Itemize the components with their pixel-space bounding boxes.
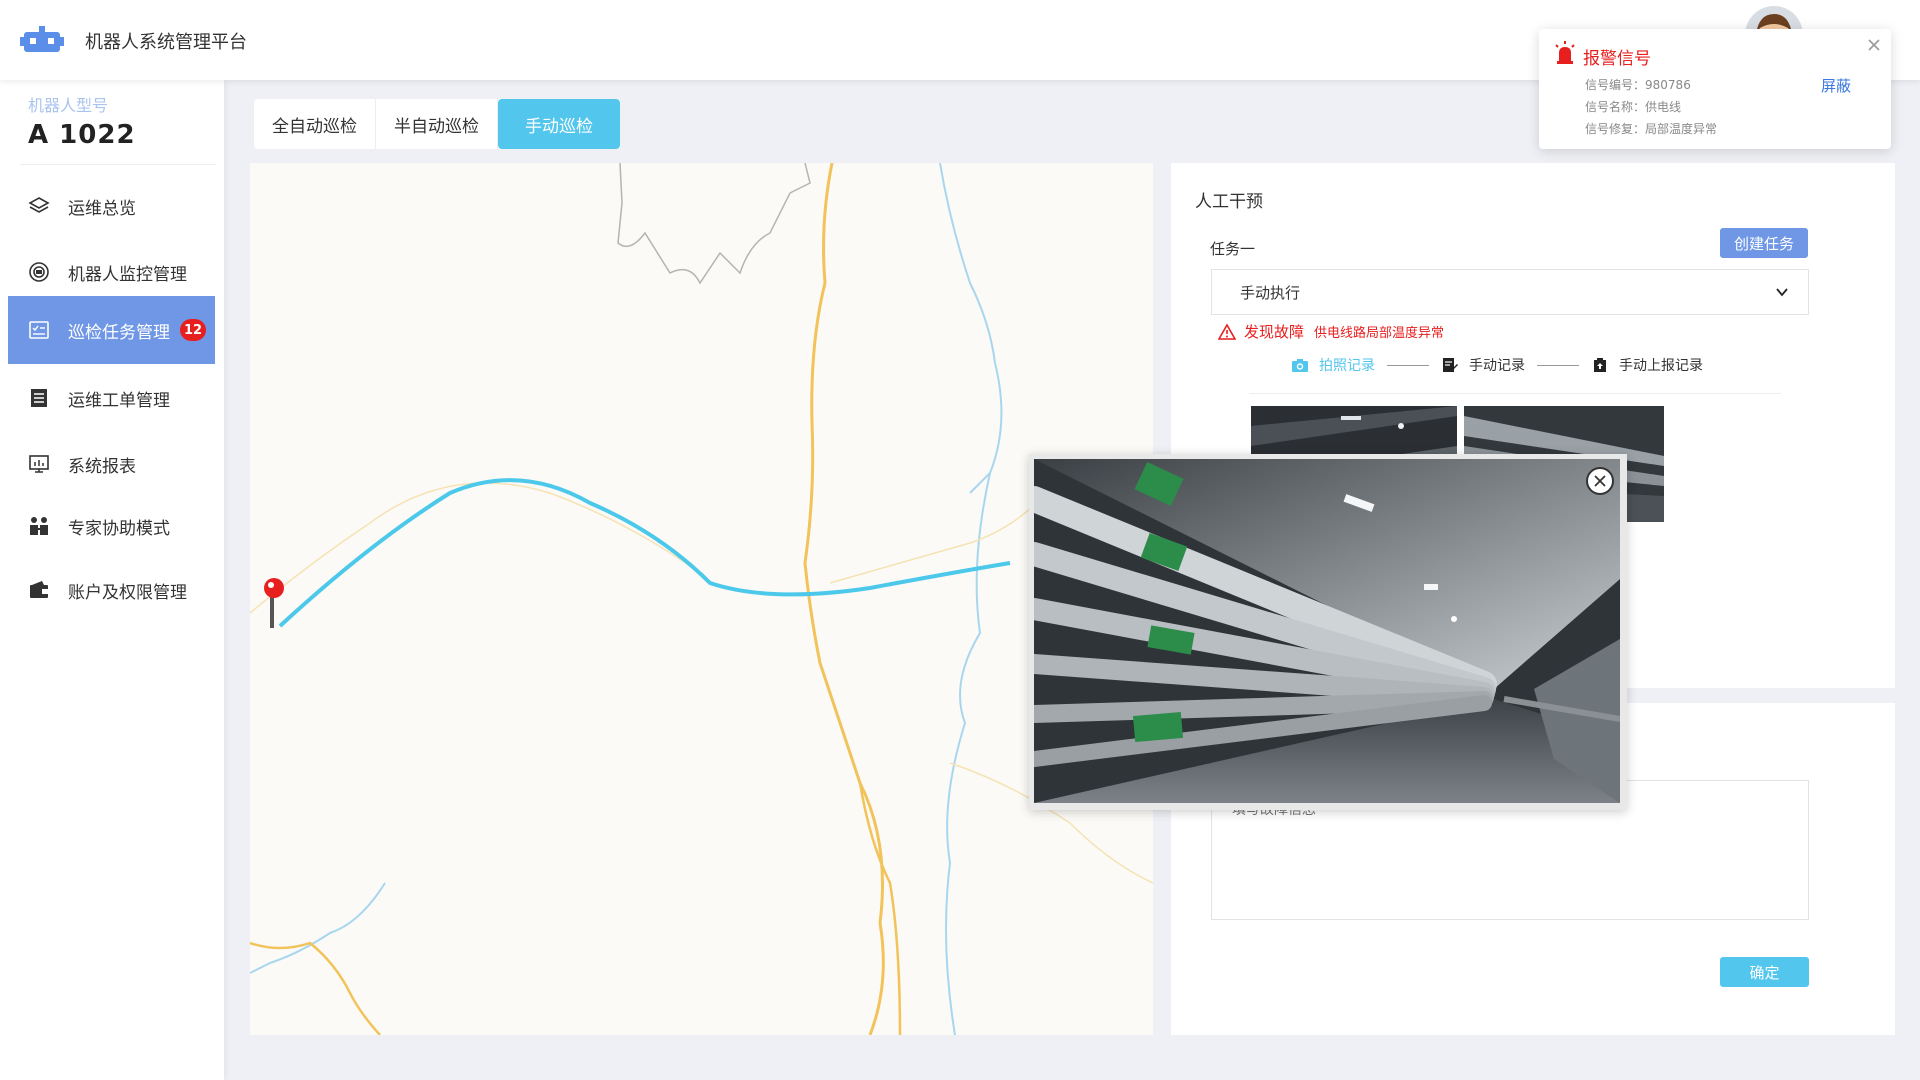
layers-icon (28, 195, 50, 217)
field-label: 信号修复： (1585, 122, 1646, 136)
tab-full-auto[interactable]: 全自动巡检 (254, 99, 376, 149)
close-icon[interactable] (1865, 36, 1883, 54)
step-connector (1537, 364, 1579, 366)
tab-manual[interactable]: 手动巡检 (498, 99, 620, 149)
fault-title: 发现故障 (1244, 323, 1305, 341)
chevron-down-icon (1776, 288, 1788, 297)
sidebar-item-accounts[interactable]: 账户及权限管理 (8, 556, 215, 624)
river-line (939, 163, 1003, 494)
model-value: A 1022 (28, 120, 136, 150)
create-task-button[interactable]: 创建任务 (1720, 228, 1808, 258)
field-value: 980786 (1645, 78, 1691, 92)
sidebar-item-inspection-tasks[interactable]: 巡检任务管理 12 (8, 296, 215, 364)
boundary-line (617, 163, 811, 285)
task-list-icon (28, 319, 50, 341)
divider (20, 164, 216, 165)
field-label: 信号名称： (1585, 100, 1646, 114)
alarm-signal-repair: 信号修复：局部温度异常 (1585, 120, 1717, 137)
task-label: 任务一 (1210, 240, 1256, 258)
fault-detail: 供电线路局部温度异常 (1314, 326, 1445, 341)
alarm-signal-name: 信号名称：供电线 (1585, 98, 1681, 115)
execution-mode-select[interactable]: 手动执行 (1211, 269, 1809, 315)
fault-alert: 发现故障 供电线路局部温度异常 (1218, 321, 1444, 342)
alarm-signal-number: 信号编号：980786 (1585, 76, 1691, 93)
step-connector (1387, 364, 1429, 366)
sidebar-item-label: 专家协助模式 (68, 518, 170, 539)
record-steps: 拍照记录 手动记录 手动上报记录 (1291, 355, 1703, 375)
report-screen-icon (28, 453, 50, 475)
field-value: 供电线 (1645, 100, 1682, 114)
sidebar-item-expert-assist[interactable]: 专家协助模式 (8, 492, 215, 560)
panel-title: 人工干预 (1195, 192, 1263, 212)
inspection-mode-tabs: 全自动巡检 半自动巡检 手动巡检 (254, 99, 620, 149)
expert-icon (28, 515, 50, 537)
step-label: 拍照记录 (1319, 358, 1375, 374)
camera-icon (1291, 357, 1309, 373)
map-canvas (250, 163, 1153, 1035)
route-map[interactable] (250, 163, 1153, 1035)
river-line (250, 882, 386, 974)
sidebar-item-overview[interactable]: 运维总览 (8, 172, 215, 240)
step-upload-record[interactable]: 手动上报记录 (1591, 355, 1703, 375)
app-title: 机器人系统管理平台 (85, 32, 247, 53)
tunnel-photo (1034, 459, 1620, 803)
photo-preview-modal (1029, 454, 1627, 810)
upload-record-icon (1591, 357, 1609, 373)
wallet-icon (28, 579, 50, 601)
sidebar-item-label: 运维工单管理 (68, 390, 170, 411)
patrol-route-line (278, 478, 1011, 628)
sidebar: 机器人型号 A 1022 运维总览 机器人监控管理 巡检任务管理 12 运维工单… (0, 80, 224, 1080)
sidebar-item-label: 机器人监控管理 (68, 264, 187, 285)
step-manual-record[interactable]: 手动记录 (1441, 355, 1525, 375)
model-label: 机器人型号 (28, 96, 109, 115)
field-value: 局部温度异常 (1645, 122, 1718, 136)
edit-doc-icon (1441, 357, 1459, 373)
alarm-notification: 报警信号 信号编号：980786 信号名称：供电线 信号修复：局部温度异常 屏蔽 (1539, 29, 1891, 149)
step-label: 手动上报记录 (1619, 358, 1703, 374)
location-pin-icon[interactable] (264, 578, 284, 628)
close-icon (1594, 475, 1606, 487)
step-label: 手动记录 (1469, 358, 1525, 374)
confirm-button[interactable]: 确定 (1720, 957, 1809, 987)
road-line (250, 941, 381, 1035)
close-preview-button[interactable] (1586, 467, 1614, 495)
sidebar-item-label: 系统报表 (68, 456, 136, 477)
sidebar-item-reports[interactable]: 系统报表 (8, 430, 215, 498)
step-photo-record[interactable]: 拍照记录 (1291, 355, 1375, 375)
tunnel-photo-image (1034, 459, 1620, 803)
sidebar-item-label: 账户及权限管理 (68, 582, 187, 603)
work-order-icon (28, 387, 50, 409)
field-label: 信号编号： (1585, 78, 1646, 92)
warning-icon (1218, 323, 1236, 340)
alarm-siren-icon (1555, 41, 1575, 64)
monitor-circle-icon (28, 261, 50, 283)
river-line (945, 472, 991, 1035)
select-value: 手动执行 (1240, 283, 1301, 302)
divider (1249, 393, 1781, 394)
notification-badge: 12 (180, 319, 207, 341)
sidebar-item-label: 巡检任务管理 (68, 322, 170, 343)
robot-logo-icon (20, 26, 64, 52)
tab-semi-auto[interactable]: 半自动巡检 (376, 99, 498, 149)
road-line (803, 163, 885, 1035)
alarm-title: 报警信号 (1583, 49, 1651, 69)
shield-alarm-link[interactable]: 屏蔽 (1821, 75, 1851, 96)
sidebar-item-work-orders[interactable]: 运维工单管理 (8, 364, 215, 432)
sidebar-item-label: 运维总览 (68, 198, 136, 219)
